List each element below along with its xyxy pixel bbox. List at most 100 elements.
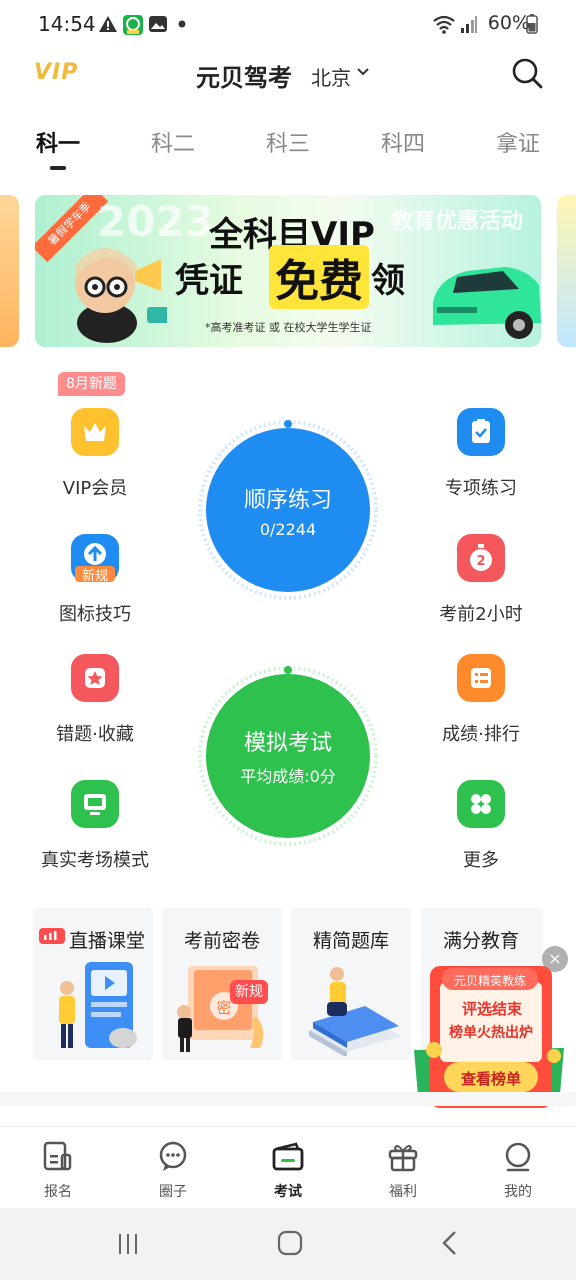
svg-text:2: 2 [476,554,485,569]
tab-license[interactable]: 拿证 [478,126,558,158]
card-title: 满分教育 [442,930,519,952]
feature-real-exam-mode[interactable]: 真实考场模式 [35,780,155,872]
status-bar: 14:54 60% [0,0,576,48]
feature-2-hours-before[interactable]: 2 考前2小时 [421,534,541,626]
bottom-navigation: 报名 圈子 考试 福利 我的 [0,1126,576,1208]
banner-headline-2: 凭证 [175,261,243,301]
feature-special-practice[interactable]: 专项练习 [421,408,541,500]
monitor-icon [71,780,119,828]
nav-label: 考试 [274,1184,302,1200]
battery-text: 60% [487,12,530,34]
system-navigation-bar [0,1208,576,1280]
card-new-tag: 新规 [230,980,268,1004]
promo-banner[interactable]: 暑假学车季 2023 教育优惠活动 全科目VIP 凭证 免费 领 *高考准考证 … [35,195,541,347]
nav-label: 我的 [504,1184,532,1200]
nav-exam[interactable]: 考试 [248,1141,328,1201]
tab-underline [50,166,66,170]
stopwatch-icon: 2 [457,534,505,582]
banner-free: 免费 [269,245,369,309]
feature-label: 专项练习 [445,478,517,499]
city-selector[interactable]: 北京 [311,62,351,91]
practice-title: 顺序练习 [243,487,332,513]
promo-view-button[interactable]: 查看榜单 [444,1068,538,1089]
feature-label: VIP会员 [62,478,128,499]
sequential-practice-button[interactable]: 顺序练习 0/2244 [206,428,370,592]
nav-label: 圈子 [159,1184,187,1200]
section-divider [0,1092,576,1106]
card-exam-secret-papers[interactable]: 考前密卷 密 新规 [162,908,282,1060]
grid-icon [457,780,505,828]
mascot-illustration [75,248,167,343]
promo-top-label: 元贝精英教练 [453,974,526,988]
mock-exam-button[interactable]: 模拟考试 平均成绩:0分 [206,674,370,838]
new-questions-badge: 8月新题 [58,372,125,396]
nav-signup[interactable]: 报名 [18,1141,98,1201]
card-title: 直播课堂 [68,930,145,952]
banner-next-peek[interactable] [557,195,576,347]
person-icon [505,1142,531,1172]
floating-promo[interactable]: 元贝精英教练 评选结束 榜单火热出炉 查看榜单 [414,964,564,1110]
gift-icon [388,1145,418,1172]
card-live-class[interactable]: 直播课堂 [33,908,153,1060]
live-class-illustration [59,962,137,1048]
dot-icon [178,20,186,28]
tab-subject-2[interactable]: 科二 [133,126,213,158]
promo-line-1: 评选结束 [461,1000,522,1018]
feature-icon-tips[interactable]: 新规 图标技巧 [35,534,155,626]
star-icon [71,654,119,702]
image-icon [149,16,167,32]
app-header: VIP 元贝驾考 北京 [0,48,576,104]
recent-apps-icon[interactable] [116,1232,140,1256]
banner-note: *高考准考证 或 在校大学生学生证 [205,321,372,334]
tab-subject-1[interactable]: 科一 [18,126,98,158]
chevron-down-icon[interactable] [357,68,369,76]
subject-tabs: 科一 科二 科三 科四 拿证 [0,112,576,172]
feature-label: 错题·收藏 [56,724,134,745]
tab-subject-3[interactable]: 科三 [248,126,328,158]
feature-score-rank[interactable]: 成绩·排行 [421,654,541,746]
nav-label: 报名 [44,1184,72,1200]
practice-progress: 0/2244 [259,519,317,539]
app-notification-icon [123,15,143,35]
tab-subject-4[interactable]: 科四 [363,126,443,158]
card-title: 精简题库 [312,930,389,952]
wifi-icon [433,15,455,34]
feature-label: 更多 [463,850,499,871]
banner-claim: 领 [371,261,405,301]
car-illustration [433,267,541,339]
feature-label: 图标技巧 [59,604,131,625]
status-time: 14:54 [38,12,96,36]
feature-vip-member[interactable]: VIP会员 [35,408,155,500]
battery-icon [526,14,538,34]
home-icon[interactable] [277,1230,303,1256]
card-concise-question-bank[interactable]: 精简题库 [291,908,411,1060]
chat-icon [159,1141,187,1171]
wallet-icon [272,1142,304,1171]
feature-label: 真实考场模式 [41,850,149,871]
search-icon[interactable] [510,56,544,90]
feature-label: 考前2小时 [439,604,523,625]
exam-average: 平均成绩:0分 [240,767,336,786]
question-bank-illustration [309,967,401,1056]
crown-icon [71,408,119,456]
nav-label: 福利 [389,1184,417,1200]
nav-benefits[interactable]: 福利 [363,1141,443,1201]
vip-logo[interactable]: VIP [34,60,78,85]
back-icon[interactable] [440,1230,460,1256]
signal-icon [461,16,477,33]
list-icon [457,654,505,702]
nav-community[interactable]: 圈子 [133,1141,213,1201]
document-icon [43,1141,72,1171]
clipboard-icon [457,408,505,456]
banner-prev-peek[interactable] [0,195,19,347]
exam-title: 模拟考试 [243,731,332,756]
page-title: 元贝驾考 [196,64,292,92]
feature-more[interactable]: 更多 [421,780,541,872]
feature-label: 成绩·排行 [442,724,520,745]
feature-wrong-favorites[interactable]: 错题·收藏 [35,654,155,746]
feature-tag: 新规 [81,569,108,584]
upload-new-icon: 新规 [71,534,119,584]
promo-line-2: 榜单火热出炉 [449,1025,533,1041]
card-title: 考前密卷 [183,930,260,952]
nav-mine[interactable]: 我的 [478,1141,558,1201]
